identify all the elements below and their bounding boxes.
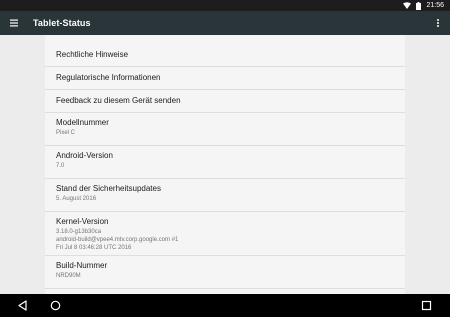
list-item-model-number: Modellnummer Pixel C	[45, 113, 405, 146]
list-item-legal-notices[interactable]: Rechtliche Hinweise	[45, 44, 405, 67]
status-time: 21:56	[426, 2, 444, 9]
item-title: Modellnummer	[56, 118, 109, 127]
list-item-security-patch: Stand der Sicherheitsupdates 5. August 2…	[45, 179, 405, 212]
item-title: Stand der Sicherheitsupdates	[56, 184, 161, 193]
app-bar: Tablet-Status	[0, 11, 450, 35]
home-icon[interactable]	[49, 299, 62, 312]
item-title: Feedback zu diesem Gerät senden	[56, 96, 181, 105]
list-item-kernel-version: Kernel-Version 3.18.0-g13b30ca android-b…	[45, 212, 405, 256]
list-item-send-feedback[interactable]: Feedback zu diesem Gerät senden	[45, 90, 405, 113]
list-item-regulatory-info[interactable]: Regulatorische Informationen	[45, 67, 405, 90]
list-item-android-version[interactable]: Android-Version 7.0	[45, 146, 405, 179]
item-value-line: 3.18.0-g13b30ca	[56, 229, 102, 235]
more-vert-icon[interactable]	[434, 17, 442, 29]
item-value-line: Fri Jul 8 03:46:28 UTC 2016	[56, 245, 132, 251]
settings-card: Rechtliche Hinweise Regulatorische Infor…	[45, 35, 405, 294]
wifi-icon	[403, 2, 412, 9]
item-value: Pixel C	[56, 130, 76, 136]
page-title: Tablet-Status	[33, 18, 91, 28]
navigation-bar	[0, 294, 450, 317]
settings-list: Rechtliche Hinweise Regulatorische Infor…	[45, 35, 405, 289]
item-title: Kernel-Version	[56, 217, 109, 226]
battery-icon	[416, 1, 422, 10]
recents-icon[interactable]	[420, 299, 433, 312]
item-value-line: android-build@vpee4.mtv.corp.google.com …	[56, 237, 179, 243]
status-bar: 21:56	[0, 0, 450, 11]
item-value: NRD90M	[56, 273, 81, 279]
item-value: 7.0	[56, 163, 65, 169]
item-title: Regulatorische Informationen	[56, 73, 161, 82]
item-value: 5. August 2016	[56, 196, 97, 202]
item-title: Android-Version	[56, 151, 113, 160]
hamburger-menu-icon[interactable]	[9, 17, 21, 29]
item-title: Rechtliche Hinweise	[56, 50, 129, 59]
status-icons: 21:56	[403, 0, 444, 11]
back-icon[interactable]	[16, 299, 29, 312]
list-item-build-number[interactable]: Build-Nummer NRD90M	[45, 256, 405, 289]
item-title: Build-Nummer	[56, 261, 108, 270]
